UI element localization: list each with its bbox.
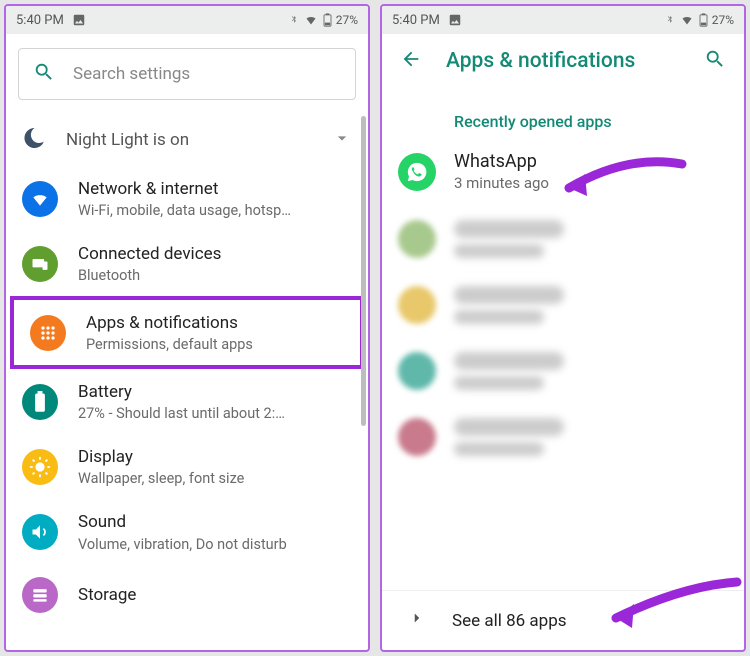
- scrollbar[interactable]: [361, 116, 366, 426]
- settings-item-connected[interactable]: Connected devices Bluetooth: [6, 231, 368, 296]
- bluetooth-icon: [289, 14, 299, 26]
- see-all-apps[interactable]: See all 86 apps: [382, 590, 744, 650]
- item-sub: Wi-Fi, mobile, data usage, hotsp…: [78, 202, 352, 219]
- battery-circle-icon: [22, 384, 58, 420]
- search-input[interactable]: Search settings: [18, 48, 356, 100]
- status-time: 5:40 PM: [16, 13, 64, 28]
- item-title: Sound: [78, 511, 352, 533]
- item-sub: Volume, vibration, Do not disturb: [78, 536, 352, 553]
- app-icon-blurred: [398, 286, 436, 324]
- battery-icon: [699, 13, 708, 27]
- settings-item-apps[interactable]: Apps & notifications Permissions, defaul…: [14, 300, 360, 365]
- settings-item-sound[interactable]: Sound Volume, vibration, Do not disturb: [6, 499, 368, 564]
- settings-item-network[interactable]: Network & internet Wi-Fi, mobile, data u…: [6, 166, 368, 231]
- app-row-blurred[interactable]: [382, 272, 744, 338]
- item-title: Battery: [78, 381, 352, 403]
- wifi-icon: [303, 14, 319, 26]
- picture-icon: [72, 13, 86, 27]
- sound-icon: [22, 514, 58, 550]
- status-time: 5:40 PM: [392, 13, 440, 28]
- devices-icon: [22, 246, 58, 282]
- chevron-down-icon: [332, 128, 352, 152]
- item-title: Display: [78, 446, 352, 468]
- search-icon: [33, 61, 55, 87]
- night-light-label: Night Light is on: [66, 130, 312, 150]
- settings-item-storage[interactable]: Storage: [6, 565, 368, 613]
- item-sub: 27% - Should last until about 2:…: [78, 405, 352, 422]
- settings-item-battery[interactable]: Battery 27% - Should last until about 2:…: [6, 369, 368, 434]
- item-sub: Bluetooth: [78, 267, 352, 284]
- item-title: Connected devices: [78, 243, 352, 265]
- section-recently-opened: Recently opened apps: [382, 88, 744, 137]
- see-all-label: See all 86 apps: [452, 611, 567, 631]
- app-icon-blurred: [398, 220, 436, 258]
- brightness-icon: [22, 449, 58, 485]
- highlight-apps-notifications: Apps & notifications Permissions, defaul…: [10, 296, 364, 369]
- wifi-circle-icon: [22, 181, 58, 217]
- item-title: Network & internet: [78, 178, 352, 200]
- app-icon-blurred: [398, 352, 436, 390]
- bluetooth-icon: [665, 14, 675, 26]
- status-bar: 5:40 PM 27%: [382, 6, 744, 34]
- search-placeholder: Search settings: [73, 64, 190, 84]
- moon-icon: [22, 126, 46, 154]
- settings-item-display[interactable]: Display Wallpaper, sleep, font size: [6, 434, 368, 499]
- item-sub: Permissions, default apps: [86, 336, 344, 353]
- item-title: Apps & notifications: [86, 312, 344, 334]
- night-light-row[interactable]: Night Light is on: [6, 112, 368, 166]
- wifi-icon: [679, 14, 695, 26]
- app-sub: 3 minutes ago: [454, 174, 549, 192]
- page-title: Apps & notifications: [446, 49, 680, 73]
- whatsapp-icon: [398, 153, 436, 191]
- app-icon-blurred: [398, 418, 436, 456]
- apps-grid-icon: [30, 315, 66, 351]
- status-battery: 27%: [336, 13, 358, 27]
- app-row-blurred[interactable]: [382, 206, 744, 272]
- item-sub: Wallpaper, sleep, font size: [78, 470, 352, 487]
- app-name: WhatsApp: [454, 151, 549, 172]
- item-title: Storage: [78, 584, 352, 606]
- storage-icon: [22, 577, 58, 613]
- apps-notifications-screen: 5:40 PM 27% Apps & notifications Recentl…: [380, 4, 746, 652]
- settings-screen: 5:40 PM 27% Search settings Night Light …: [4, 4, 370, 652]
- battery-icon: [323, 13, 332, 27]
- chevron-right-icon: [408, 609, 426, 632]
- picture-icon: [448, 13, 462, 27]
- app-row-blurred[interactable]: [382, 338, 744, 404]
- app-bar: Apps & notifications: [382, 34, 744, 88]
- status-bar: 5:40 PM 27%: [6, 6, 368, 34]
- status-battery: 27%: [712, 13, 734, 27]
- back-button[interactable]: [390, 38, 432, 84]
- search-button[interactable]: [694, 38, 736, 84]
- app-row-blurred[interactable]: [382, 404, 744, 470]
- app-row-whatsapp[interactable]: WhatsApp 3 minutes ago: [382, 137, 744, 206]
